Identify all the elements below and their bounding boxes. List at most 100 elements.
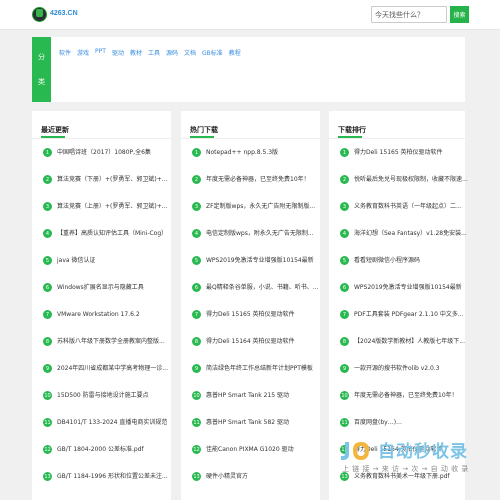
rank-badge: 9 [43, 364, 52, 373]
list-item[interactable]: 5 看看短剧微信小程序源码 [340, 256, 468, 283]
list-item[interactable]: 1 中国唱诗班（2017）1080P,全6集 [43, 148, 168, 175]
list-item[interactable]: 12 GB/T 1804-2000 公差标准.pdf [43, 445, 168, 472]
list-item[interactable]: 3 义务教育数科书英语（一年级起点）二... [340, 202, 468, 229]
list-item-link[interactable]: 15D500 防雷与接地设计施工要点 [57, 391, 149, 400]
list-item[interactable]: 8 得力Deli 15164 英柏仪驱动软件 [192, 337, 318, 364]
list-item-link[interactable]: 中国唱诗班（2017）1080P,全6集 [57, 148, 151, 157]
list-item[interactable]: 11 惠普HP Smart Tank 582 驱动 [192, 418, 318, 445]
list-item[interactable]: 7 PDF工具套装 PDFgear 2.1.10 中文多... [340, 310, 468, 337]
list-item-link[interactable]: 得力Deli 15165 英柏仪驱动软件 [206, 310, 295, 319]
search-input[interactable] [371, 6, 447, 23]
site-logo-icon[interactable] [32, 6, 47, 23]
list-item[interactable]: 2 算法竞赛（下册）+(罗勇军、郭卫斌)+... [43, 175, 168, 202]
divider [329, 138, 465, 139]
list-item-link[interactable]: PDF工具套装 PDFgear 2.1.10 中文多... [354, 310, 464, 319]
category-item-source-code[interactable]: 源码 [166, 48, 178, 57]
rank-badge: 4 [340, 229, 349, 238]
list-item[interactable]: 7 得力Deli 15165 英柏仪驱动软件 [192, 310, 318, 337]
rank-badge: 10 [340, 391, 349, 400]
rank-badge: 13 [43, 472, 52, 481]
list-item-link[interactable]: 惠普HP Smart Tank 582 驱动 [206, 418, 289, 427]
list-item-link[interactable]: java 微信认证 [57, 256, 95, 265]
list-item-link[interactable]: ZF定制版wps，永久无广告附无限制版... [206, 202, 315, 211]
rank-badge: 11 [43, 418, 52, 427]
list-item-link[interactable]: 年度无需必备神器，已至终免费10年！ [354, 391, 458, 400]
list-item-link[interactable]: 2024年四川省成都某中学高考物理一诊... [57, 364, 168, 373]
list-item[interactable]: 4 【重养】高质认知评估工具（Mini-Cog） [43, 229, 168, 256]
list-item[interactable]: 9 2024年四川省成都某中学高考物理一诊... [43, 364, 168, 391]
list-item-link[interactable]: 算法竞赛（上册）+(罗勇军、郭卫斌)+... [57, 202, 167, 211]
item-list: 1 中国唱诗班（2017）1080P,全6集 2 算法竞赛（下册）+(罗勇军、郭卫斌)… [43, 148, 168, 499]
category-item-games[interactable]: 游戏 [77, 48, 89, 57]
list-item-link[interactable]: VMware Workstation 17.6.2 [57, 310, 140, 319]
list-item[interactable]: 1 得力Deli 15165 英柏仪驱动软件 [340, 148, 468, 175]
rank-badge: 10 [192, 391, 201, 400]
list-item-link[interactable]: 电信定制版wps，附永久无广告无限制... [206, 229, 314, 238]
list-item[interactable]: 12 佳能Canon PIXMA G1020 驱动 [192, 445, 318, 472]
list-item[interactable]: 6 Windows扩展名显示与隐藏工具 [43, 283, 168, 310]
category-item-documents[interactable]: 文档 [184, 48, 196, 57]
list-item[interactable]: 3 ZF定制版wps，永久无广告附无限制版... [192, 202, 318, 229]
list-item-link[interactable]: 佳能Canon PIXMA G1020 驱动 [206, 445, 294, 454]
list-item[interactable]: 6 最Q精释条谷单服，小说、书籍、听书、... [192, 283, 318, 310]
category-item-gb-standards[interactable]: GB标准 [202, 48, 223, 57]
list-item[interactable]: 13 硬件小精灵官方 [192, 472, 318, 499]
list-item[interactable]: 5 java 微信认证 [43, 256, 168, 283]
list-item[interactable]: 10 15D500 防雷与接地设计施工要点 [43, 391, 168, 418]
category-item-tools[interactable]: 工具 [148, 48, 160, 57]
search-button[interactable]: 搜索 [450, 6, 469, 23]
site-name[interactable]: 4263.CN [50, 10, 78, 17]
list-item-link[interactable]: 一款开源的搜书软件olib v2.0.3 [354, 364, 440, 373]
list-item[interactable]: 8 【2024版数学新教材】人教版七年级下... [340, 337, 468, 364]
list-item[interactable]: 7 VMware Workstation 17.6.2 [43, 310, 168, 337]
rank-badge: 8 [192, 337, 201, 346]
list-item-link[interactable]: 看看短剧微信小程序源码 [354, 256, 420, 265]
list-item-link[interactable]: GB/T 1804-2000 公差标准.pdf [57, 445, 144, 454]
list-item-link[interactable]: 【重养】高质认知评估工具（Mini-Cog） [57, 229, 167, 238]
category-item-ppt[interactable]: PPT [95, 48, 106, 57]
list-item[interactable]: 9 简洁绿色年终工作总结新年计划PPT模板 [192, 364, 318, 391]
list-item[interactable]: 9 一款开源的搜书软件olib v2.0.3 [340, 364, 468, 391]
list-item-link[interactable]: 【2024版数学新教材】人教版七年级下... [354, 337, 465, 346]
list-item-link[interactable]: DB4101/T 133-2024 直播电商实训规范 [57, 418, 167, 427]
list-item-link[interactable]: 海洋幻想（Sea Fantasy）v1.28免安装... [354, 229, 467, 238]
list-item[interactable]: 4 海洋幻想（Sea Fantasy）v1.28免安装... [340, 229, 468, 256]
watermark-tagline: 上 链 接 → 来 访 → 次 → 自 动 收 录 [342, 465, 469, 473]
list-item[interactable]: 13 GB/T 1184-1996 形状和位置公差未注... [43, 472, 168, 499]
list-item-link[interactable]: 最Q精释条谷单服，小说、书籍、听书、... [206, 283, 318, 292]
item-list: 1 Notepad++ npp.8.5.3版 2 年度无需必备神器，已至终免费10年！… [192, 148, 318, 499]
list-item-link[interactable]: 硬件小精灵官方 [206, 472, 248, 481]
list-item-link[interactable]: 百度网盘(by…)… [354, 418, 402, 427]
list-item-link[interactable]: 义务教育数科书英语（一年级起点）二... [354, 202, 462, 211]
list-item[interactable]: 2 悦听最后免兑号现极权限制，收藏不限速... [340, 175, 468, 202]
rank-badge: 8 [340, 337, 349, 346]
list-item-link[interactable]: GB/T 1184-1996 形状和位置公差未注... [57, 472, 168, 481]
category-item-tutorials[interactable]: 教程 [229, 48, 241, 57]
list-item-link[interactable]: 悦听最后免兑号现极权限制，收藏不限速... [354, 175, 468, 184]
list-item[interactable]: 10 惠普HP Smart Tank 215 驱动 [192, 391, 318, 418]
list-item-link[interactable]: 得力Deli 15165 英柏仪驱动软件 [354, 148, 443, 157]
list-item[interactable]: 8 苏科版八年级下册数学全册教案内整版... [43, 337, 168, 364]
category-item-drivers[interactable]: 驱动 [112, 48, 124, 57]
list-item[interactable]: 3 算法竞赛（上册）+(罗勇军、郭卫斌)+... [43, 202, 168, 229]
category-item-textbooks[interactable]: 教材 [130, 48, 142, 57]
list-item-link[interactable]: 得力Deli 15164 英柏仪驱动软件 [206, 337, 295, 346]
rank-badge: 6 [340, 283, 349, 292]
list-item[interactable]: 6 WPS2019免激活专业增强版10154最新 [340, 283, 468, 310]
list-item-link[interactable]: 年度无需必备神器，已至终免费10年！ [206, 175, 310, 184]
list-item-link[interactable]: WPS2019免激活专业增强版10154最新 [206, 256, 314, 265]
list-item-link[interactable]: Notepad++ npp.8.5.3版 [206, 148, 278, 157]
list-item-link[interactable]: 简洁绿色年终工作总结新年计划PPT模板 [206, 364, 313, 373]
list-item[interactable]: 4 电信定制版wps，附永久无广告无限制... [192, 229, 318, 256]
list-item-link[interactable]: 惠普HP Smart Tank 215 驱动 [206, 391, 289, 400]
list-item[interactable]: 2 年度无需必备神器，已至终免费10年！ [192, 175, 318, 202]
list-item-link[interactable]: 算法竞赛（下册）+(罗勇军、郭卫斌)+... [57, 175, 167, 184]
list-item[interactable]: 5 WPS2019免激活专业增强版10154最新 [192, 256, 318, 283]
list-item-link[interactable]: 苏科版八年级下册数学全册教案内整版... [57, 337, 165, 346]
list-item-link[interactable]: Windows扩展名显示与隐藏工具 [57, 283, 144, 292]
list-item-link[interactable]: WPS2019免激活专业增强版10154最新 [354, 283, 462, 292]
list-item[interactable]: 10 年度无需必备神器，已至终免费10年！ [340, 391, 468, 418]
list-item[interactable]: 1 Notepad++ npp.8.5.3版 [192, 148, 318, 175]
list-item[interactable]: 11 DB4101/T 133-2024 直播电商实训规范 [43, 418, 168, 445]
category-item-software[interactable]: 软件 [59, 48, 71, 57]
